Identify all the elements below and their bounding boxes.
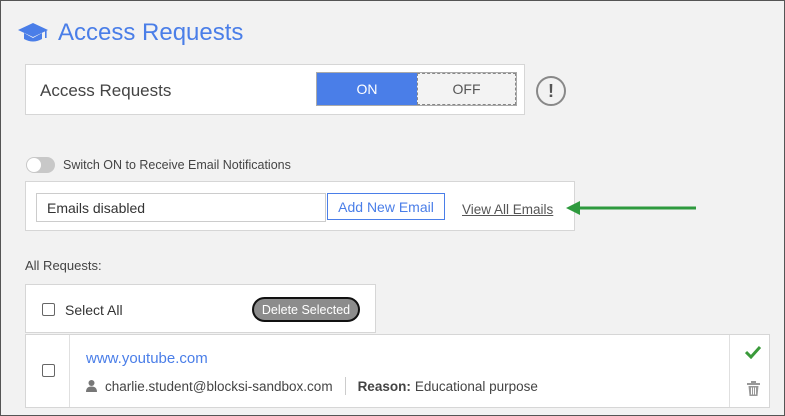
row-divider xyxy=(69,335,70,407)
access-requests-card: Access Requests ON OFF xyxy=(25,64,525,115)
email-notification-row: Switch ON to Receive Email Notifications xyxy=(26,156,291,174)
request-site-link[interactable]: www.youtube.com xyxy=(86,350,208,367)
action-divider xyxy=(729,335,730,407)
add-new-email-button[interactable]: Add New Email xyxy=(327,193,445,220)
reason-value: Educational purpose xyxy=(414,378,538,394)
email-notification-switch[interactable] xyxy=(26,157,55,173)
trash-icon[interactable] xyxy=(747,381,760,396)
delete-selected-button[interactable]: Delete Selected xyxy=(252,297,360,322)
request-row: www.youtube.com charlie.student@blocksi-… xyxy=(25,334,770,408)
select-all-card: Select All Delete Selected xyxy=(25,284,376,333)
graduation-cap-icon xyxy=(18,23,48,42)
email-card: Add New Email View All Emails xyxy=(25,181,575,231)
access-toggle: ON OFF xyxy=(316,72,517,106)
select-all-checkbox[interactable] xyxy=(42,303,55,316)
toggle-on-button[interactable]: ON xyxy=(317,73,417,105)
select-all-label: Select All xyxy=(65,302,123,318)
toggle-off-button[interactable]: OFF xyxy=(417,73,516,105)
email-notification-label: Switch ON to Receive Email Notifications xyxy=(63,158,291,172)
reason-label: Reason: xyxy=(357,378,411,394)
page-header: Access Requests xyxy=(17,16,243,50)
view-all-emails-link[interactable]: View All Emails xyxy=(462,202,553,217)
request-user-email: charlie.student@blocksi-sandbox.com xyxy=(105,378,333,394)
user-icon xyxy=(86,380,97,392)
email-input[interactable] xyxy=(36,193,326,222)
annotation-arrow-icon xyxy=(566,201,696,215)
request-meta: charlie.student@blocksi-sandbox.com Reas… xyxy=(86,377,538,395)
approve-check-icon[interactable] xyxy=(745,345,761,359)
all-requests-label: All Requests: xyxy=(25,258,102,273)
access-requests-label: Access Requests xyxy=(40,81,172,100)
page-title: Access Requests xyxy=(58,19,244,46)
meta-separator xyxy=(344,377,346,395)
info-exclamation-icon[interactable]: ! xyxy=(536,76,566,106)
request-checkbox[interactable] xyxy=(42,364,55,377)
